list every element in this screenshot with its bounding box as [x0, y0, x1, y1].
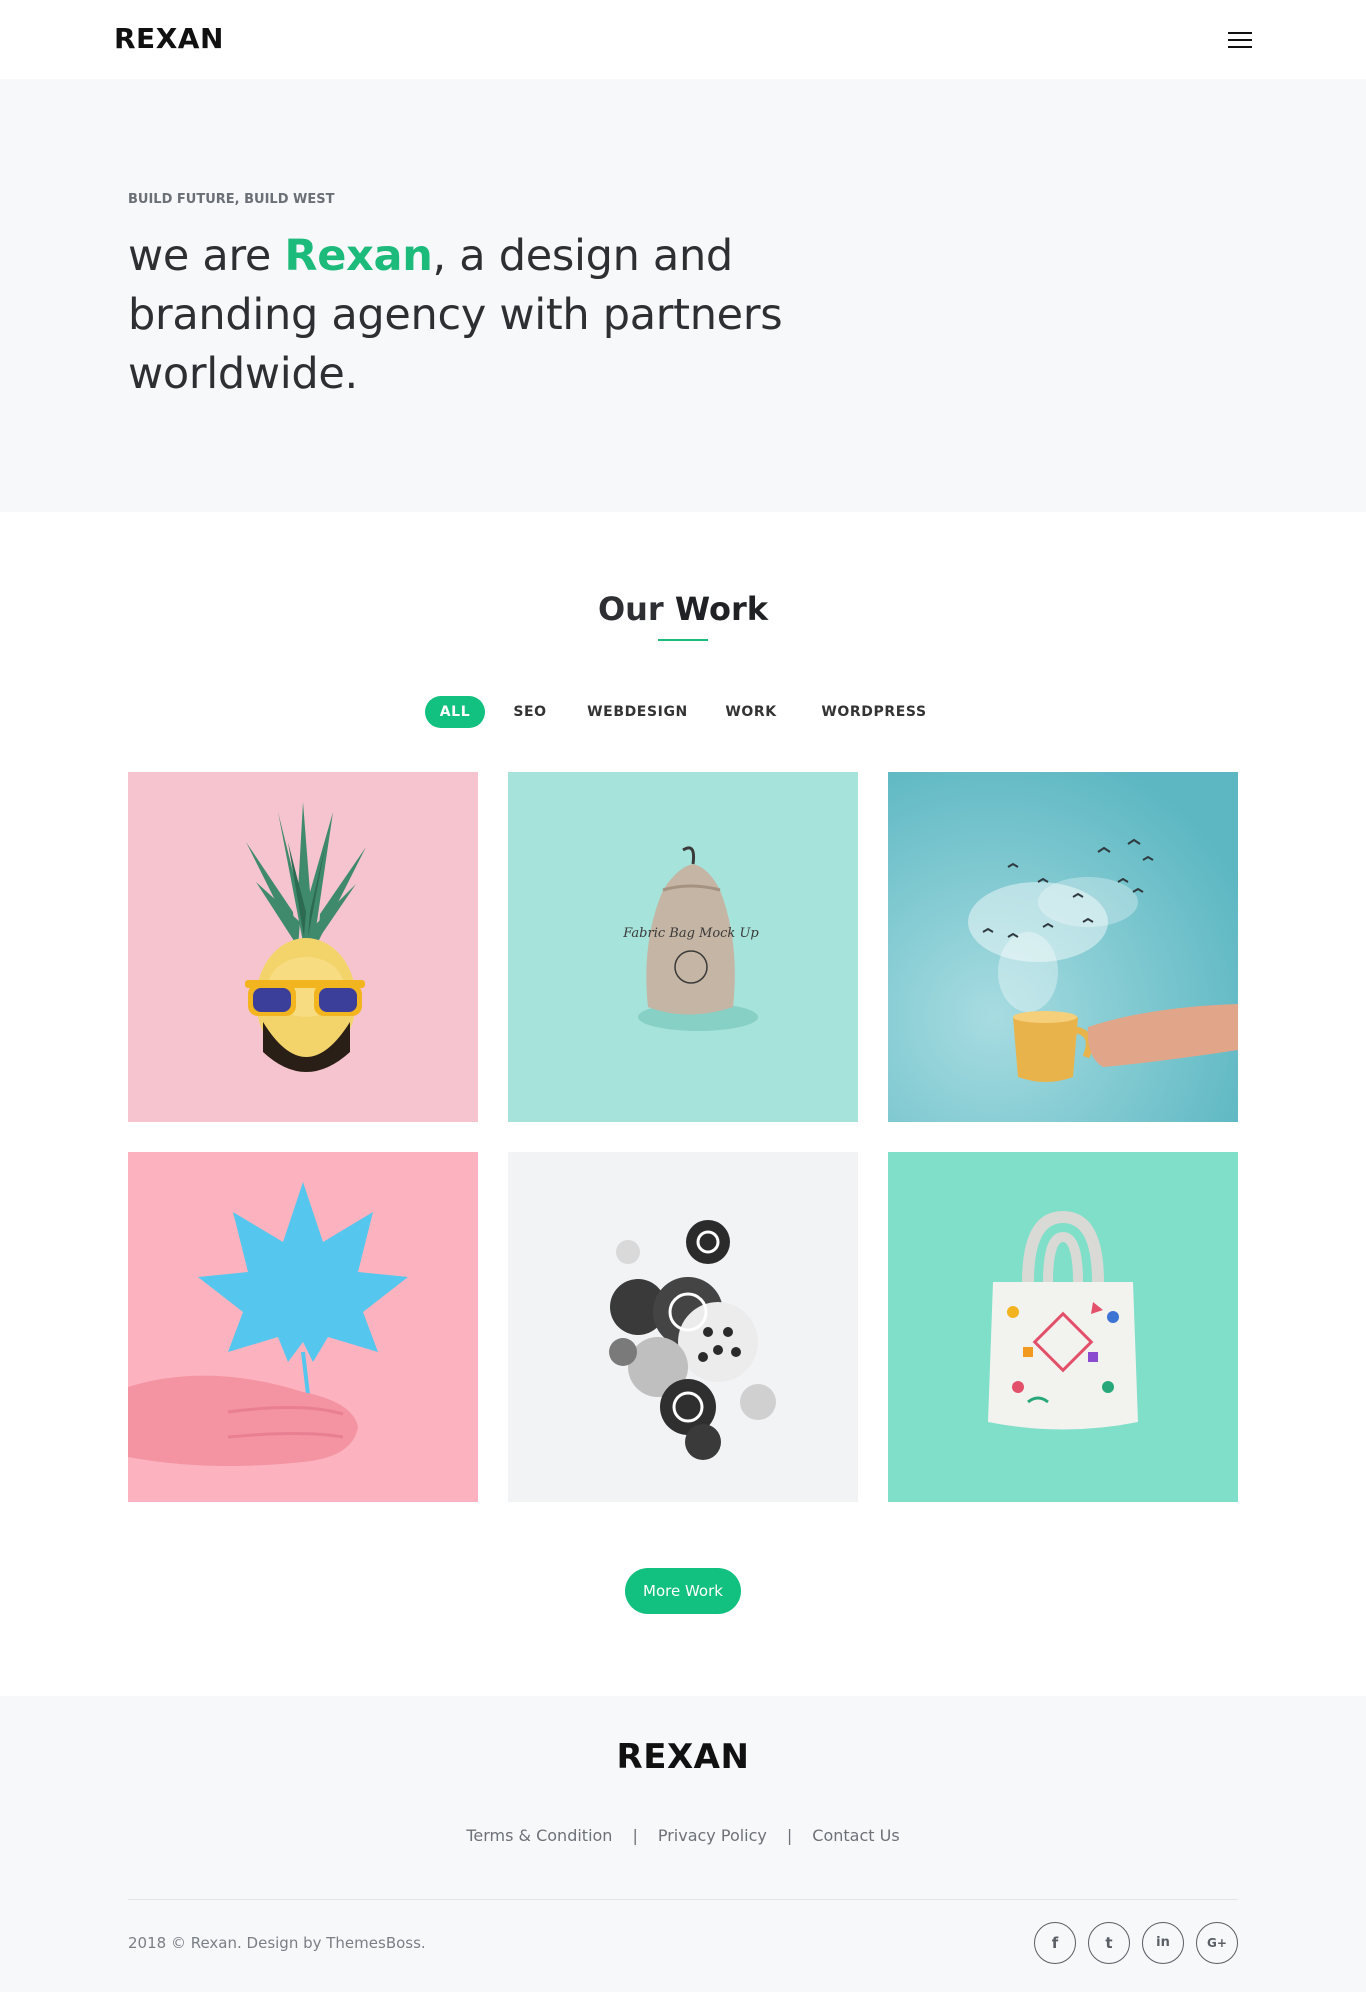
- blue-leaf-illustration: [128, 1152, 478, 1502]
- title-underline: [658, 639, 708, 641]
- footer-divider: [128, 1899, 1238, 1900]
- hero-title-prefix: we are: [128, 231, 285, 281]
- filter-webdesign[interactable]: WEBDESIGN: [582, 696, 693, 728]
- portfolio-item-pineapple[interactable]: [128, 772, 478, 1122]
- filter-seo[interactable]: SEO: [504, 696, 556, 728]
- footer-links: Terms & Condition | Privacy Policy | Contact…: [0, 1826, 1366, 1845]
- footer-logo[interactable]: REXAN: [0, 1737, 1366, 1777]
- terms-link[interactable]: Terms & Condition: [466, 1826, 612, 1845]
- google-plus-icon[interactable]: G+: [1196, 1922, 1238, 1964]
- bag-label: Fabric Bag Mock Up: [622, 926, 759, 941]
- hero-title: we are Rexan, a design and branding agen…: [128, 227, 828, 404]
- filter-work[interactable]: WORK: [720, 696, 782, 728]
- site-footer: REXAN Terms & Condition | Privacy Policy | C…: [0, 1696, 1366, 1992]
- menu-bar: [1228, 39, 1252, 41]
- tote-bag-illustration: [888, 1152, 1238, 1502]
- hero-tagline: BUILD FUTURE, BUILD WEST: [128, 192, 335, 207]
- menu-bar: [1228, 32, 1252, 34]
- hero-title-brand: Rexan: [284, 231, 433, 281]
- copyright-text: 2018 © Rexan. Design by ThemesBoss.: [128, 1934, 426, 1952]
- work-title-light: Our: [597, 590, 675, 628]
- portfolio-item-blue-leaf[interactable]: [128, 1152, 478, 1502]
- portfolio-item-tote-bag[interactable]: [888, 1152, 1238, 1502]
- hamburger-menu-icon[interactable]: [1228, 30, 1254, 50]
- portfolio-item-spheres[interactable]: [508, 1152, 858, 1502]
- site-logo[interactable]: REXAN: [114, 22, 224, 55]
- coffee-cup-illustration: [888, 772, 1238, 1122]
- fabric-bag-illustration: Fabric Bag Mock Up: [508, 772, 858, 1122]
- portfolio-item-fabric-bag[interactable]: Fabric Bag Mock Up: [508, 772, 858, 1122]
- work-section-title: Our Work: [0, 590, 1366, 628]
- hero-section: BUILD FUTURE, BUILD WEST we are Rexan, a…: [0, 79, 1366, 512]
- link-separator: |: [632, 1826, 638, 1845]
- site-header: REXAN: [0, 0, 1366, 79]
- filter-all[interactable]: ALL: [425, 696, 485, 728]
- filter-wordpress[interactable]: WORDPRESS: [817, 696, 931, 728]
- linkedin-icon[interactable]: in: [1142, 1922, 1184, 1964]
- portfolio-item-coffee-cup[interactable]: [888, 772, 1238, 1122]
- link-separator: |: [786, 1826, 793, 1845]
- privacy-policy-link[interactable]: Privacy Policy: [658, 1826, 767, 1845]
- work-title-bold: Work: [674, 590, 769, 628]
- facebook-icon[interactable]: f: [1034, 1922, 1076, 1964]
- more-work-button[interactable]: More Work: [625, 1568, 741, 1614]
- contact-us-link[interactable]: Contact Us: [812, 1826, 899, 1845]
- twitter-icon[interactable]: t: [1088, 1922, 1130, 1964]
- portfolio-filters: ALL SEO WEBDESIGN WORK WORDPRESS: [0, 696, 1366, 728]
- menu-bar: [1228, 46, 1252, 48]
- spheres-illustration: [508, 1152, 858, 1502]
- pineapple-illustration: [128, 772, 478, 1122]
